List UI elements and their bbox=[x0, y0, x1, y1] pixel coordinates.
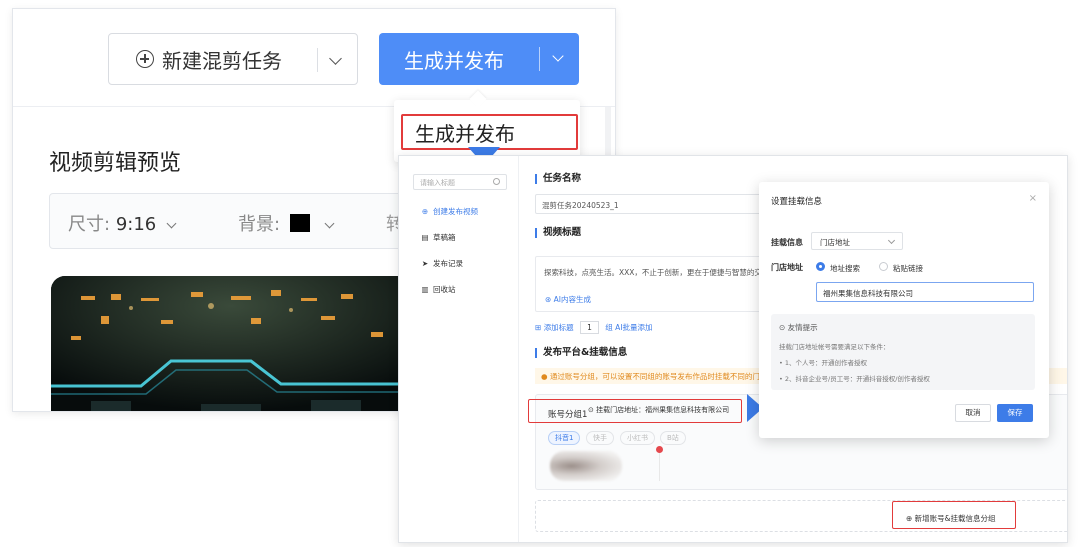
radio-address-search[interactable] bbox=[816, 262, 825, 271]
store-address-input[interactable]: 福州果集信息科技有限公司 bbox=[816, 282, 1034, 302]
sidebar-item-drafts[interactable]: ▤ 草稿箱 bbox=[421, 232, 456, 243]
add-title-icon: ⊞ bbox=[535, 323, 542, 332]
tip-title: ⊙ 友情提示 bbox=[779, 323, 818, 332]
background-color-swatch bbox=[289, 214, 310, 232]
ai-generate-label: AI内容生成 bbox=[553, 295, 592, 304]
title-count-input[interactable]: 1 bbox=[580, 321, 599, 334]
radio-paste-link[interactable] bbox=[879, 262, 888, 271]
search-input[interactable]: 请输入标题 bbox=[413, 174, 507, 190]
sidebar: 请输入标题 ⊕ 创建发布视频 ▤ 草稿箱 ➤ 发布记录 ▥ 回收站 bbox=[399, 156, 519, 542]
highlight-box bbox=[892, 501, 1016, 529]
platform-tag-xiaohongshu[interactable]: 小红书 bbox=[620, 431, 655, 445]
background-label: 背景: bbox=[238, 214, 281, 235]
new-mix-task-label: 新建混剪任务 bbox=[162, 48, 282, 73]
radio-paste-link-label: 粘贴链接 bbox=[893, 264, 923, 273]
task-name-heading: 任务名称 bbox=[535, 174, 581, 184]
ai-generate-button[interactable]: ⊛ AI内容生成 bbox=[545, 294, 591, 305]
generate-publish-label: 生成并发布 bbox=[404, 48, 504, 73]
radio-address-search-label: 地址搜索 bbox=[830, 264, 860, 273]
editor-toolbar: 新建混剪任务 生成并发布 bbox=[13, 9, 615, 107]
mount-info-label: 挂载信息 bbox=[771, 238, 803, 247]
chevron-down-icon[interactable] bbox=[552, 50, 564, 62]
size-value: 9:16 bbox=[115, 214, 157, 235]
chevron-down-icon[interactable] bbox=[329, 52, 342, 65]
search-icon bbox=[493, 178, 500, 185]
status-dot bbox=[656, 446, 663, 453]
highlight-box bbox=[528, 399, 742, 423]
divider bbox=[659, 453, 660, 481]
sidebar-item-create[interactable]: ⊕ 创建发布视频 bbox=[421, 206, 478, 217]
platform-tag-kuaishou[interactable]: 快手 bbox=[586, 431, 614, 445]
add-title-row: ⊞ 添加标题 1 组 AI批量添加 bbox=[535, 321, 652, 334]
circuit-board-image bbox=[51, 276, 411, 411]
chevron-down-icon bbox=[324, 218, 334, 229]
tip-item: • 2、抖音企业号/员工号：开通抖音授权/创作者授权 bbox=[779, 375, 930, 383]
store-address-label: 门店地址 bbox=[771, 263, 803, 272]
chevron-down-icon bbox=[887, 236, 896, 245]
highlight-box bbox=[401, 114, 578, 150]
new-mix-task-button[interactable]: 新建混剪任务 bbox=[108, 33, 358, 85]
size-label: 尺寸: bbox=[68, 214, 111, 235]
mount-info-dialog: 设置挂载信息 × 挂载信息 门店地址 门店地址 地址搜索 粘贴链接 福州果集信息… bbox=[759, 182, 1049, 438]
mount-type-value: 门店地址 bbox=[820, 238, 850, 247]
sidebar-item-label: 回收站 bbox=[433, 285, 456, 294]
tip-item-text: 2、抖音企业号/员工号：开通抖音授权/创作者授权 bbox=[784, 375, 930, 383]
sidebar-item-label: 发布记录 bbox=[433, 259, 463, 268]
warning-icon: ● bbox=[541, 372, 548, 381]
video-title-heading: 视频标题 bbox=[535, 228, 581, 238]
platform-heading: 发布平台&挂载信息 bbox=[535, 348, 627, 358]
plus-circle-icon: ⊕ bbox=[421, 207, 429, 216]
dialog-title: 设置挂载信息 bbox=[771, 197, 823, 207]
preview-title: 视频剪辑预览 bbox=[49, 151, 182, 176]
trash-icon: ▥ bbox=[421, 285, 429, 294]
mount-type-select[interactable]: 门店地址 bbox=[811, 232, 903, 250]
sidebar-item-label: 草稿箱 bbox=[433, 233, 456, 242]
video-title-text: 探索科技，点亮生活。XXX，不止于创新，更在于便捷与智慧的交融。 bbox=[544, 268, 777, 277]
generate-publish-button[interactable]: 生成并发布 bbox=[379, 33, 579, 85]
batch-add-button[interactable]: 组 AI批量添加 bbox=[605, 323, 652, 332]
tip-item: • 1、个人号：开通创作者授权 bbox=[779, 359, 868, 367]
sidebar-item-trash[interactable]: ▥ 回收站 bbox=[421, 284, 456, 295]
platform-tag-bilibili[interactable]: B站 bbox=[660, 431, 686, 445]
size-select[interactable]: 尺寸: 9:16 bbox=[68, 210, 177, 236]
plus-circle-icon bbox=[136, 50, 154, 68]
platform-tag-douyin[interactable]: 抖音1 bbox=[548, 431, 581, 445]
avatar[interactable] bbox=[550, 451, 622, 481]
background-select[interactable]: 背景: bbox=[238, 210, 334, 236]
sidebar-item-label: 创建发布视频 bbox=[433, 207, 478, 216]
video-preview-thumbnail[interactable] bbox=[51, 276, 411, 411]
button-divider bbox=[539, 47, 540, 71]
tip-box: ⊙ 友情提示 挂载门店地址帐号需要满足以下条件： • 1、个人号：开通创作者授权… bbox=[771, 314, 1035, 390]
cancel-button[interactable]: 取消 bbox=[955, 404, 991, 422]
close-icon[interactable]: × bbox=[1029, 193, 1037, 204]
save-button[interactable]: 保存 bbox=[997, 404, 1033, 422]
tip-intro: 挂载门店地址帐号需要满足以下条件： bbox=[779, 343, 890, 351]
send-icon: ➤ bbox=[421, 259, 429, 268]
add-title-label[interactable]: 添加标题 bbox=[544, 323, 574, 332]
button-divider bbox=[317, 48, 318, 72]
search-placeholder: 请输入标题 bbox=[420, 179, 455, 187]
sidebar-item-records[interactable]: ➤ 发布记录 bbox=[421, 258, 463, 269]
tip-title-text: 友情提示 bbox=[787, 323, 818, 332]
chevron-down-icon bbox=[166, 218, 177, 229]
tip-item-text: 1、个人号：开通创作者授权 bbox=[784, 359, 868, 367]
draft-icon: ▤ bbox=[421, 233, 429, 242]
